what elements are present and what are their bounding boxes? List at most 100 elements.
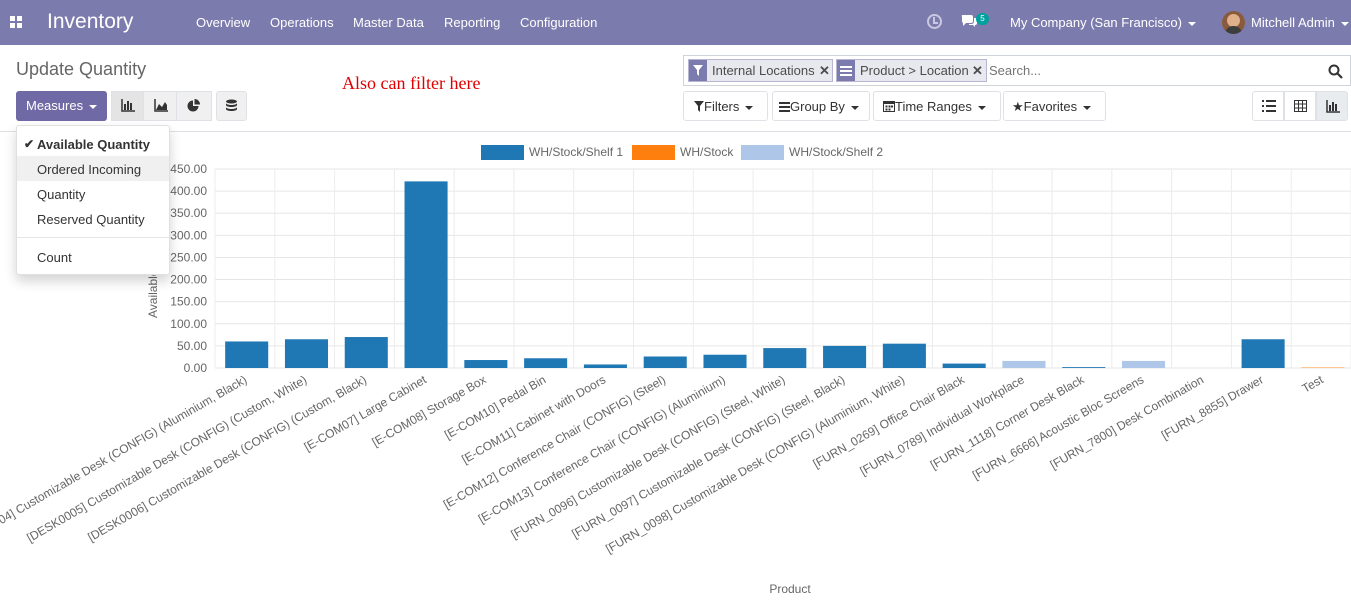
chart-bar [763,348,807,368]
chart-bar [703,354,747,368]
annotation-text: Also can filter here [342,73,481,93]
chart-bar [882,343,926,368]
chat-icon[interactable] [961,14,977,27]
measures-button[interactable]: Measures [16,91,107,121]
company-switcher[interactable]: My Company (San Francisco) [1010,15,1196,30]
menu-configuration[interactable]: Configuration [520,15,597,30]
chevron-down-icon [977,105,986,110]
user-avatar[interactable] [1222,11,1245,34]
close-icon[interactable]: ✕ [819,63,830,79]
apps-menu-icon[interactable] [10,16,22,28]
list-view-button[interactable] [1252,91,1284,121]
favorites-button[interactable]: ★Favorites [1003,91,1106,121]
measure-ordered-incoming[interactable]: Ordered Incoming [17,156,169,181]
pie-chart-icon [187,99,200,112]
favorites-label: Favorites [1023,99,1078,114]
pie-chart-button[interactable] [178,92,210,120]
line-chart-button[interactable] [145,92,177,120]
chevron-down-icon [1340,21,1349,26]
x-tick-label: Test [1300,372,1327,395]
facet-filter[interactable]: Internal Locations ✕ [688,59,833,82]
menu-master-data[interactable]: Master Data [353,15,424,30]
chart-bar [823,345,867,368]
area-chart-icon [154,99,168,112]
x-tick-label: [DESK0005] Customizable Desk (CONFIG) (C… [24,372,309,545]
x-tick-label: [FURN_0096] Customizable Desk (CONFIG) (… [508,372,787,541]
filters-label: Filters [704,99,740,114]
menu-divider [17,237,169,238]
chart-bar [942,363,986,368]
close-icon[interactable]: ✕ [972,63,983,79]
facet-label: Internal Locations [712,63,815,78]
bar-chart-icon [121,99,135,112]
chart-bar [643,356,687,368]
chevron-down-icon [89,104,98,109]
chart-type-group [111,91,212,121]
pivot-view-button[interactable] [1284,91,1316,121]
measures-dropdown: ✔ Available Quantity Ordered Incoming Qu… [16,125,170,275]
bar-chart-button[interactable] [112,92,144,120]
user-menu[interactable]: Mitchell Admin [1251,15,1349,30]
measure-label: Ordered Incoming [37,162,142,177]
filters-button[interactable]: Filters [683,91,768,121]
chart-bar [1062,367,1106,368]
search-input[interactable] [989,60,1309,81]
search-icon[interactable] [1328,64,1343,79]
search-bar[interactable]: Internal Locations ✕ Product > Location … [683,55,1351,86]
measure-quantity[interactable]: Quantity [17,181,169,206]
measure-label: Count [37,250,72,265]
legend-label: WH/Stock [680,145,734,159]
page-title: Update Quantity [16,59,147,79]
database-icon [226,99,237,111]
bar-chart: 0.00 50.00 100.00 150.00 200.00 250.00 300.00 3… [0,145,1351,596]
x-axis-title: Product [769,582,811,596]
x-tick-label: [E-COM08] Storage Box [369,372,488,449]
chevron-down-icon [1083,105,1092,110]
menu-operations[interactable]: Operations [270,15,334,30]
chevron-down-icon [745,105,754,110]
measure-count[interactable]: Count [17,244,169,269]
measure-available-quantity[interactable]: ✔ Available Quantity [17,131,169,156]
time-ranges-button[interactable]: Time Ranges [873,91,1001,121]
measure-reserved-quantity[interactable]: Reserved Quantity [17,206,169,231]
x-tick-label: [FURN_0097] Customizable Desk (CONFIG) (… [569,372,847,541]
company-name: My Company (San Francisco) [1010,15,1182,30]
user-name: Mitchell Admin [1251,15,1335,30]
group-by-button[interactable]: Group By [772,91,870,121]
table-icon [1294,100,1307,112]
list-view-icon [1262,100,1276,112]
x-tick-label: [DESK0006] Customizable Desk (CONFIG) (C… [85,372,369,544]
top-navbar: Inventory Overview Operations Master Dat… [0,0,1351,45]
y-tick-label: 250.00 [170,250,207,264]
chart-bar [1122,360,1166,368]
menu-reporting[interactable]: Reporting [444,15,500,30]
measures-label: Measures [26,98,84,113]
y-tick-label: 0.00 [184,361,208,375]
app-title[interactable]: Inventory [47,10,133,34]
menu-overview[interactable]: Overview [196,15,250,30]
chart-bar [1002,360,1046,368]
chart-bar [284,339,329,368]
group-by-label: Group By [790,99,845,114]
activity-clock-icon[interactable] [927,14,942,29]
y-tick-label: 50.00 [177,339,207,353]
facet-group-by[interactable]: Product > Location ✕ [836,59,987,82]
legend-swatch [741,145,784,160]
y-tick-label: 150.00 [170,295,207,309]
y-tick-label: 450.00 [170,162,207,176]
stacked-toggle-button[interactable] [216,91,247,121]
graph-view-button[interactable] [1316,91,1348,121]
chart-bar [1241,339,1285,368]
chevron-down-icon [1187,21,1196,26]
facet-label: Product > Location [860,63,969,78]
chat-count-badge: 5 [976,13,989,25]
group-by-icon [837,60,855,81]
legend-swatch [632,145,675,160]
filter-icon [694,101,704,112]
x-tick-label: [FURN_8855] Drawer [1159,372,1266,442]
group-by-icon [779,102,790,112]
chart-bar [524,358,568,368]
y-tick-label: 200.00 [170,273,207,287]
star-icon: ★ [1012,99,1024,114]
chart-bar [225,341,269,368]
